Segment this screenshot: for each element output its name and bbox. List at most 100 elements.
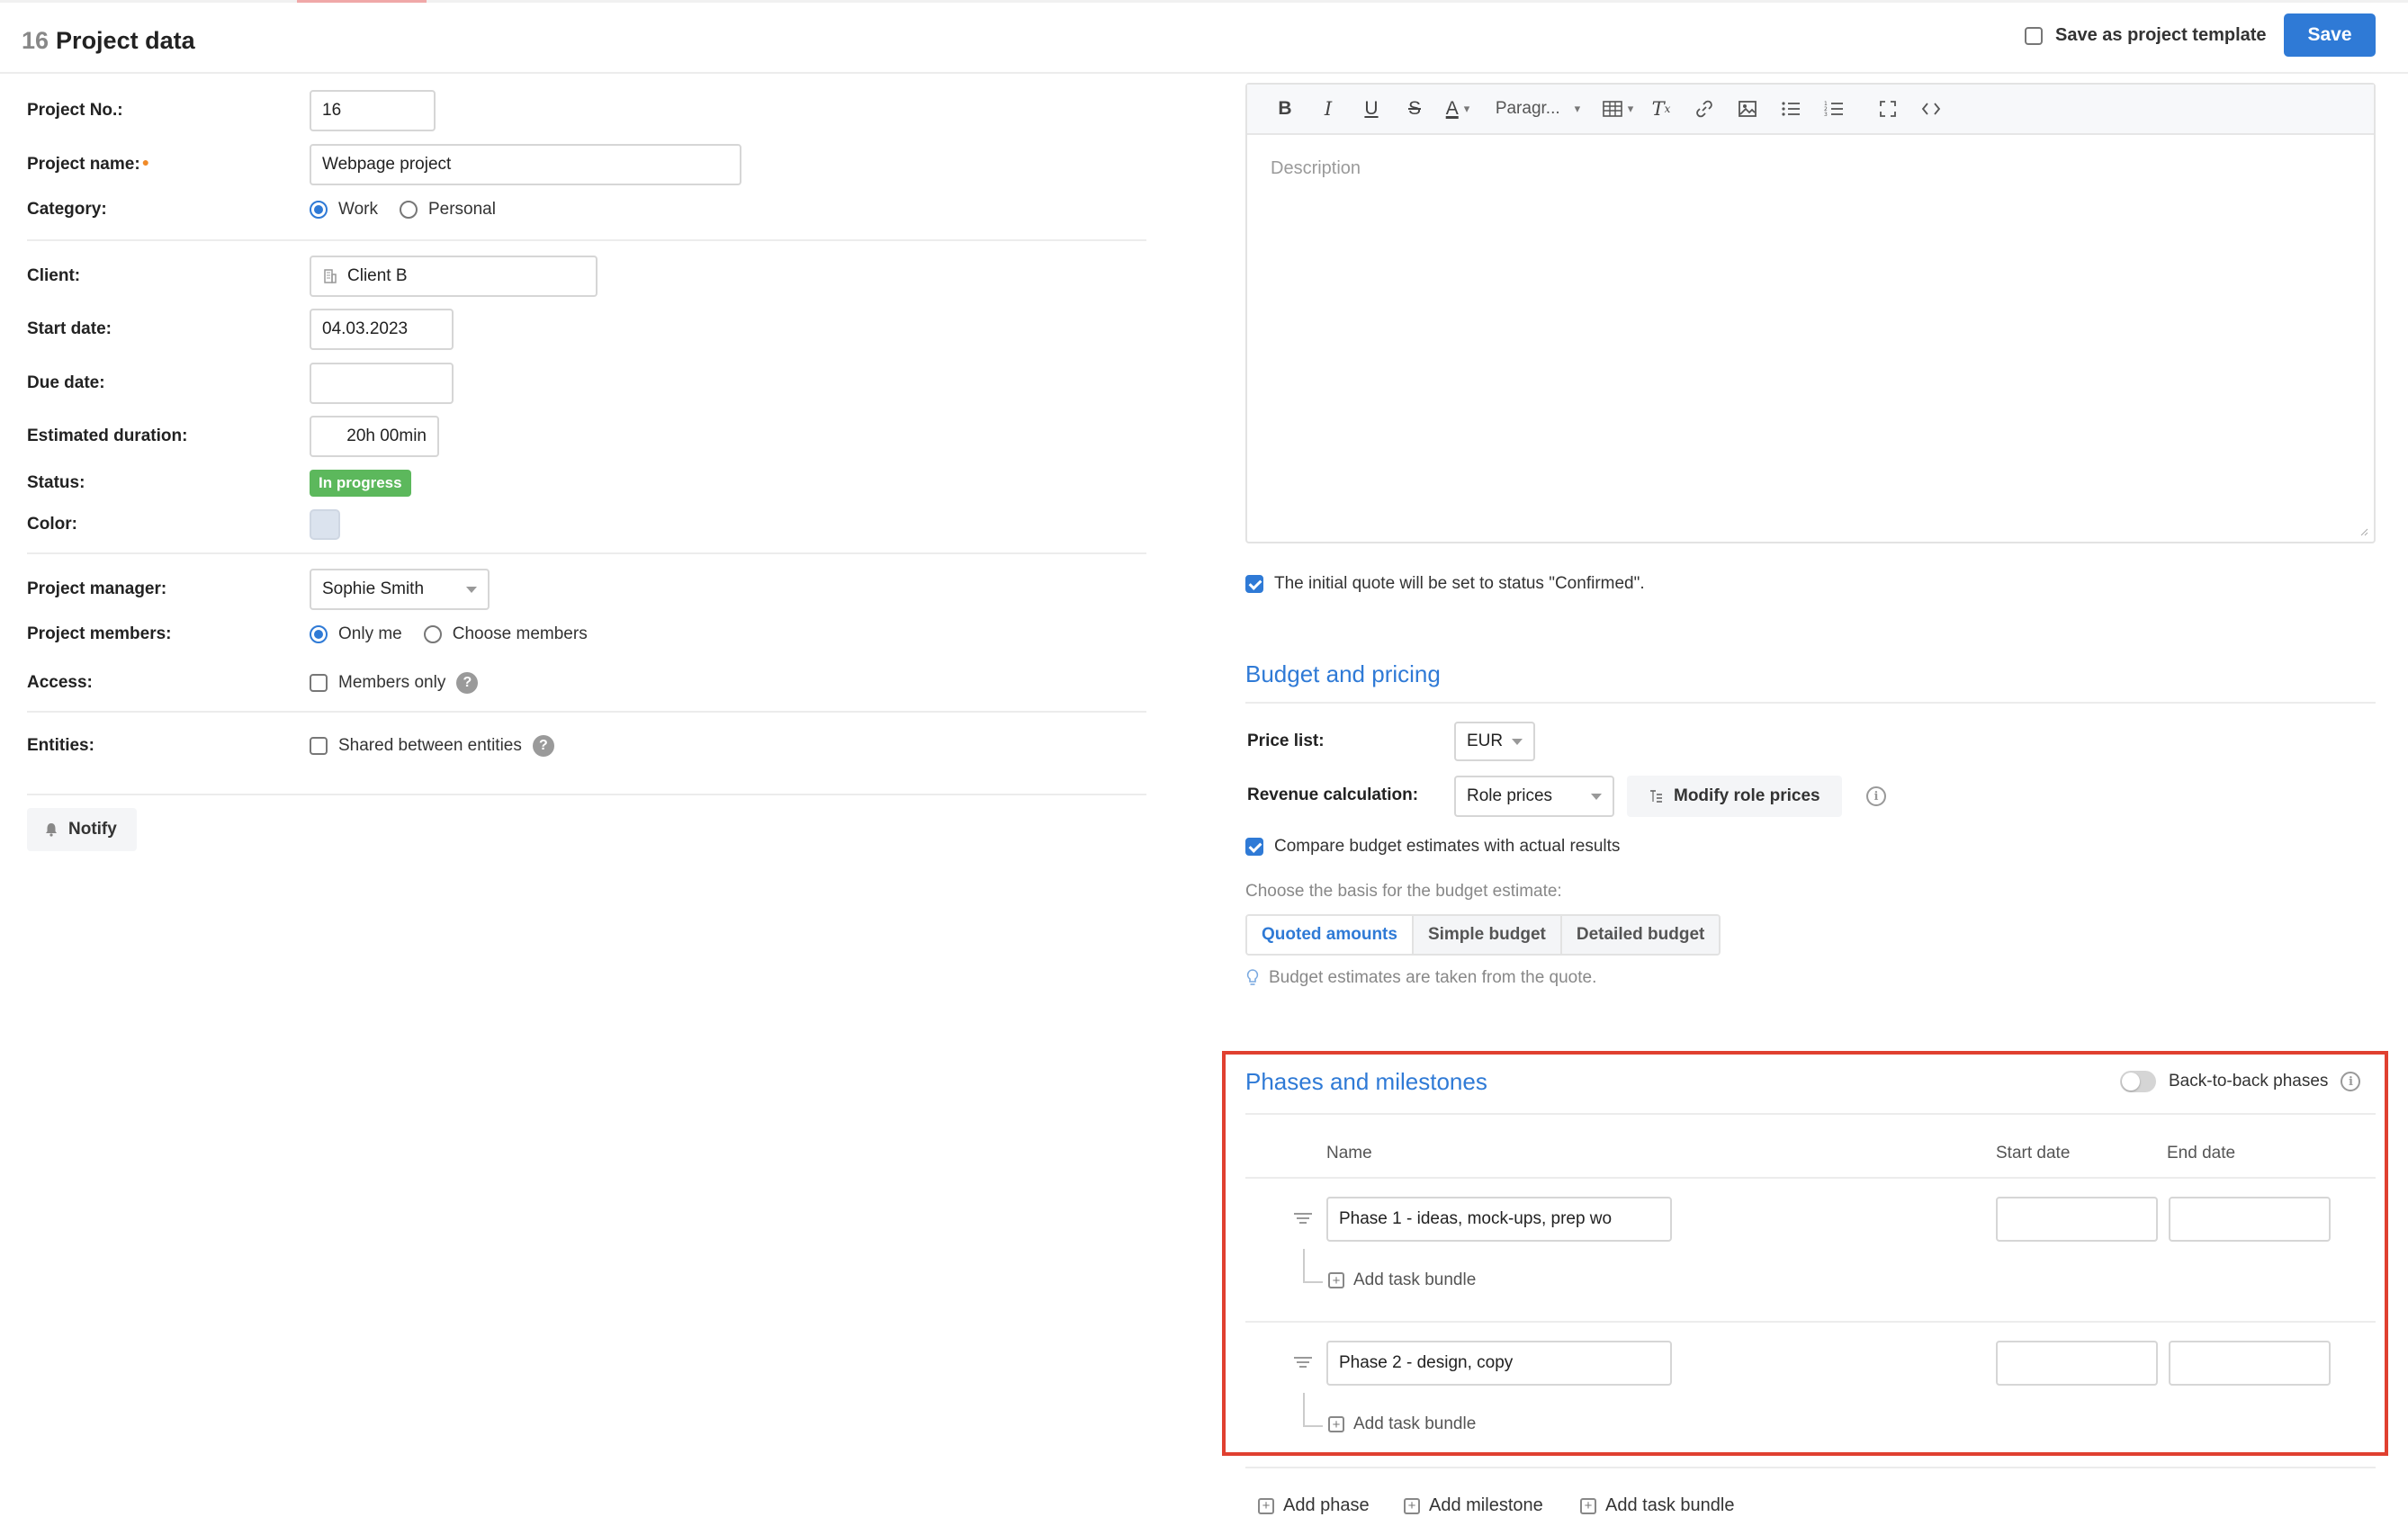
bullet-list-icon[interactable] bbox=[1769, 91, 1812, 127]
strikethrough-icon[interactable]: S bbox=[1393, 91, 1436, 127]
phase-1-add-task-bundle[interactable]: + Add task bundle bbox=[1328, 1270, 1476, 1290]
members-choose-label: Choose members bbox=[452, 624, 588, 643]
access-label: Access: bbox=[27, 673, 93, 692]
compare-budget-label: Compare budget estimates with actual res… bbox=[1274, 837, 1621, 856]
simple-budget-option[interactable]: Simple budget bbox=[1411, 916, 1560, 954]
color-swatch[interactable] bbox=[310, 509, 340, 540]
clear-format-icon[interactable]: Tx bbox=[1640, 91, 1683, 127]
column-header-end-date: End date bbox=[2167, 1144, 2236, 1162]
source-code-icon[interactable] bbox=[1909, 91, 1953, 127]
due-date-input[interactable] bbox=[310, 363, 454, 404]
save-as-template-label: Save as project template bbox=[2055, 25, 2267, 45]
fullscreen-icon[interactable] bbox=[1866, 91, 1909, 127]
phase-2-start-date-input[interactable] bbox=[1996, 1341, 2158, 1386]
detailed-budget-option[interactable]: Detailed budget bbox=[1559, 916, 1720, 954]
estimated-duration-input[interactable]: 20h 00min bbox=[310, 416, 439, 457]
plus-icon: + bbox=[1258, 1497, 1274, 1514]
phases-section-title: Phases and milestones bbox=[1245, 1068, 1487, 1095]
plus-icon: + bbox=[1328, 1416, 1344, 1432]
project-name-input[interactable]: Webpage project bbox=[310, 144, 741, 185]
info-icon[interactable]: i bbox=[2341, 1072, 2361, 1091]
help-icon[interactable]: ? bbox=[456, 672, 479, 694]
revenue-calculation-select[interactable]: Role prices bbox=[1454, 776, 1614, 817]
phases-highlight-box bbox=[1222, 1051, 2388, 1456]
compare-budget-checkbox[interactable] bbox=[1245, 838, 1263, 856]
checkbox-box[interactable] bbox=[2025, 26, 2043, 45]
underline-icon[interactable]: U bbox=[1350, 91, 1393, 127]
info-icon[interactable]: i bbox=[1866, 786, 1886, 806]
project-number: 16 bbox=[22, 27, 49, 54]
members-only-me-label: Only me bbox=[338, 624, 402, 643]
lightbulb-icon bbox=[1246, 969, 1259, 985]
start-date-input[interactable]: 04.03.2023 bbox=[310, 309, 454, 350]
save-as-template-checkbox[interactable]: Save as project template bbox=[2025, 25, 2267, 46]
page-title: 16 Project data bbox=[22, 27, 195, 55]
modify-role-prices-label: Modify role prices bbox=[1674, 786, 1820, 805]
compare-budget-row: Compare budget estimates with actual res… bbox=[1245, 837, 1620, 857]
phase-2-name-input[interactable]: Phase 2 - design, copy bbox=[1326, 1341, 1672, 1386]
add-task-bundle-button[interactable]: + Add task bundle bbox=[1580, 1495, 1734, 1516]
back-to-back-toggle[interactable] bbox=[2120, 1071, 2156, 1092]
category-personal-radio[interactable] bbox=[399, 201, 418, 219]
revenue-calculation-label: Revenue calculation: bbox=[1247, 785, 1419, 804]
paragraph-select[interactable]: Paragr... ▾ bbox=[1479, 91, 1596, 127]
resize-handle-icon[interactable] bbox=[2359, 527, 2368, 536]
confirm-quote-label: The initial quote will be set to status … bbox=[1274, 574, 1645, 593]
image-icon[interactable] bbox=[1726, 91, 1769, 127]
text-color-icon[interactable]: A ▾ bbox=[1436, 91, 1479, 127]
quoted-amounts-option[interactable]: Quoted amounts bbox=[1247, 916, 1412, 954]
phase-2-add-task-bundle[interactable]: + Add task bundle bbox=[1328, 1414, 1476, 1434]
project-no-label: Project No.: bbox=[27, 101, 123, 120]
plus-icon: + bbox=[1328, 1272, 1344, 1288]
description-textarea[interactable]: Description bbox=[1247, 135, 2374, 202]
members-choose-radio[interactable] bbox=[423, 625, 442, 643]
entities-label: Entities: bbox=[27, 736, 94, 755]
editor-toolbar: B I U S A ▾ Paragr... ▾ ▾ Tx 123 bbox=[1247, 85, 2374, 135]
notify-button[interactable]: Notify bbox=[27, 808, 137, 851]
divider bbox=[27, 711, 1146, 713]
project-manager-value: Sophie Smith bbox=[322, 579, 425, 598]
divider bbox=[27, 794, 1146, 795]
phase-2-end-date-input[interactable] bbox=[2169, 1341, 2331, 1386]
back-to-back-row: Back-to-back phases i bbox=[2120, 1071, 2361, 1092]
tree-connector bbox=[1303, 1393, 1323, 1427]
add-milestone-button[interactable]: + Add milestone bbox=[1404, 1495, 1543, 1516]
save-button[interactable]: Save bbox=[2284, 13, 2376, 57]
project-name-label-text: Project name: bbox=[27, 155, 140, 174]
numbered-list-icon[interactable]: 123 bbox=[1812, 91, 1855, 127]
shared-entities-checkbox[interactable] bbox=[310, 737, 328, 755]
column-header-name: Name bbox=[1326, 1144, 1372, 1162]
divider bbox=[1245, 702, 2376, 704]
category-personal-label: Personal bbox=[427, 200, 496, 219]
confirm-quote-row: The initial quote will be set to status … bbox=[1245, 574, 1645, 594]
chevron-down-icon bbox=[466, 586, 477, 593]
table-icon[interactable]: ▾ bbox=[1596, 91, 1640, 127]
status-badge[interactable]: In progress bbox=[310, 470, 411, 497]
price-list-select[interactable]: EUR bbox=[1454, 722, 1535, 761]
project-manager-select[interactable]: Sophie Smith bbox=[310, 569, 490, 610]
budget-basis-label: Choose the basis for the budget estimate… bbox=[1245, 882, 1562, 901]
project-name-label: Project name: ● bbox=[27, 155, 149, 175]
confirm-quote-checkbox[interactable] bbox=[1245, 575, 1263, 593]
client-input[interactable]: Client B bbox=[310, 256, 598, 297]
add-task-bundle-label: Add task bundle bbox=[1605, 1495, 1735, 1515]
bell-icon bbox=[46, 823, 57, 837]
modify-role-prices-button[interactable]: Modify role prices bbox=[1627, 776, 1842, 817]
phase-1-start-date-input[interactable] bbox=[1996, 1197, 2158, 1242]
help-icon[interactable]: ? bbox=[532, 735, 554, 757]
client-value: Client B bbox=[347, 266, 408, 285]
project-no-input[interactable]: 16 bbox=[310, 90, 436, 131]
page-title-text: Project data bbox=[56, 27, 195, 54]
top-bar bbox=[0, 0, 2408, 3]
bold-icon[interactable]: B bbox=[1263, 91, 1307, 127]
members-only-me-radio[interactable] bbox=[310, 625, 328, 643]
italic-icon[interactable]: I bbox=[1307, 91, 1350, 127]
members-only-checkbox[interactable] bbox=[310, 674, 328, 692]
chevron-down-icon bbox=[1591, 793, 1602, 800]
category-work-radio[interactable] bbox=[310, 201, 328, 219]
phase-1-name-input[interactable]: Phase 1 - ideas, mock-ups, prep wo bbox=[1326, 1197, 1672, 1242]
add-phase-button[interactable]: + Add phase bbox=[1258, 1495, 1370, 1516]
link-icon[interactable] bbox=[1683, 91, 1726, 127]
divider bbox=[27, 552, 1146, 554]
phase-1-end-date-input[interactable] bbox=[2169, 1197, 2331, 1242]
